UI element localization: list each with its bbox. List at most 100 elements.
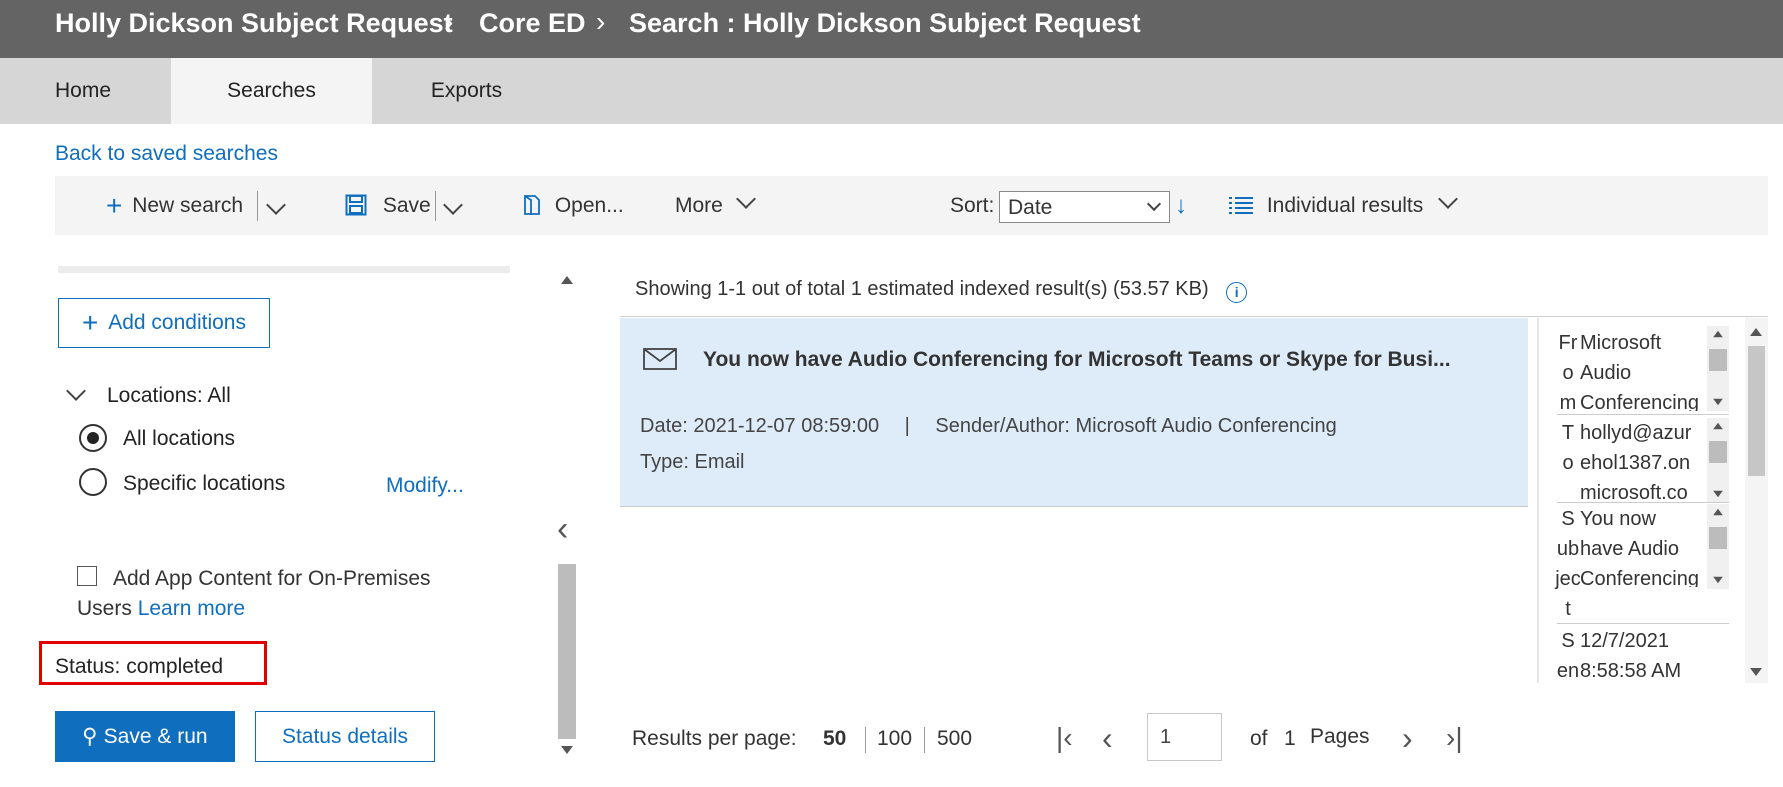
- next-page-icon[interactable]: ›: [1402, 720, 1413, 757]
- details-pane-scrollbar[interactable]: [1745, 318, 1768, 683]
- pager-total-pages: 1: [1284, 727, 1296, 750]
- save-button[interactable]: Save: [345, 176, 431, 235]
- status-label: Status:: [55, 655, 121, 678]
- previous-page-icon[interactable]: ‹: [1102, 720, 1113, 757]
- result-subject[interactable]: You now have Audio Conferencing for Micr…: [703, 348, 1451, 372]
- result-date: Date: 2021-12-07 08:59:00: [640, 415, 880, 437]
- add-conditions-label: Add conditions: [108, 311, 246, 334]
- chevron-down-icon: [266, 195, 286, 215]
- all-locations-label[interactable]: All locations: [123, 427, 235, 451]
- list-icon: [1229, 197, 1253, 214]
- add-conditions-button[interactable]: + Add conditions: [58, 298, 270, 348]
- chevron-down-icon: [735, 189, 756, 209]
- view-mode-button[interactable]: Individual results: [1229, 176, 1459, 235]
- scroll-up-icon[interactable]: [561, 276, 573, 284]
- open-button[interactable]: Open...: [523, 176, 624, 235]
- more-menu-button[interactable]: More: [675, 176, 756, 235]
- per-page-option-500[interactable]: 500: [937, 727, 972, 751]
- left-scroll-thumb[interactable]: [558, 564, 576, 739]
- save-and-run-label: Save & run: [103, 725, 208, 748]
- pager-of-label: of: [1250, 727, 1268, 750]
- locations-value: All: [207, 384, 231, 407]
- save-label: Save: [382, 194, 431, 217]
- sort-label: Sort:: [950, 194, 995, 217]
- chevron-down-icon: [66, 381, 86, 401]
- from-field-label: Fr o m: [1558, 332, 1578, 414]
- scroll-up-icon[interactable]: [1750, 328, 1762, 336]
- save-icon: [345, 194, 367, 216]
- tab-bar: Home Searches Exports: [0, 58, 1783, 124]
- chevron-down-icon: [1438, 189, 1459, 209]
- subject-field-label: Sub jec t: [1555, 508, 1581, 620]
- more-label: More: [675, 194, 723, 217]
- locations-heading: Locations: All: [107, 384, 231, 408]
- breadcrumb-separator-icon: ›: [596, 6, 606, 37]
- specific-locations-radio[interactable]: [79, 468, 107, 496]
- new-search-dropdown[interactable]: [266, 176, 299, 235]
- page-number-input[interactable]: 1: [1147, 713, 1222, 761]
- results-summary-text: Showing 1-1 out of total 1 estimated ind…: [635, 278, 1209, 300]
- sort-select[interactable]: Date: [999, 191, 1170, 223]
- arrow-down-icon: ↓: [1175, 192, 1187, 219]
- search-icon: ⚲: [82, 725, 98, 748]
- plus-icon: +: [106, 190, 123, 221]
- search-status: Status: completed: [55, 655, 223, 679]
- locations-label: Locations:: [107, 384, 203, 407]
- tab-exports[interactable]: Exports: [410, 58, 523, 124]
- results-summary: Showing 1-1 out of total 1 estimated ind…: [635, 278, 1248, 303]
- from-field-scrollbar[interactable]: [1707, 326, 1729, 411]
- open-label: Open...: [554, 194, 624, 217]
- breadcrumb-search: Search : Holly Dickson Subject Request: [629, 8, 1141, 38]
- all-locations-radio[interactable]: [79, 424, 107, 452]
- save-dropdown[interactable]: [443, 176, 476, 235]
- app-content-users-text: Users: [77, 597, 132, 620]
- sort-select-value: Date: [1008, 196, 1053, 219]
- modify-locations-link[interactable]: Modify...: [386, 474, 464, 498]
- result-type: Type: Email: [640, 451, 745, 473]
- new-search-label: New search: [132, 194, 244, 217]
- scroll-down-icon[interactable]: [1750, 668, 1762, 676]
- scroll-down-icon[interactable]: [561, 746, 573, 754]
- tab-home[interactable]: Home: [28, 58, 138, 124]
- result-meta: Date: 2021-12-07 08:59:00 | Sender/Autho…: [640, 415, 1337, 438]
- status-value: completed: [126, 655, 224, 678]
- details-scroll-thumb[interactable]: [1748, 346, 1765, 476]
- results-per-page-label: Results per page:: [632, 727, 797, 750]
- specific-locations-label[interactable]: Specific locations: [123, 472, 285, 496]
- to-field-value: hollyd@azur ehol1387.on microsoft.co: [1580, 422, 1692, 501]
- mail-icon: [643, 348, 677, 370]
- locations-collapse-toggle[interactable]: [60, 380, 96, 410]
- pager-pages-label: Pages: [1310, 725, 1370, 748]
- sort-direction-button[interactable]: ↓: [1175, 176, 1187, 235]
- result-sender: Sender/Author: Microsoft Audio Conferenc…: [935, 415, 1337, 437]
- result-item[interactable]: You now have Audio Conferencing for Micr…: [620, 318, 1528, 507]
- per-page-option-50[interactable]: 50: [823, 727, 846, 751]
- subject-field-value: You now have Audio Conferencing: [1580, 508, 1699, 587]
- app-content-label-cont: Users Learn more: [77, 597, 245, 621]
- subject-field-scrollbar[interactable]: [1707, 504, 1729, 589]
- per-page-option-100[interactable]: 100: [877, 727, 912, 751]
- view-mode-label: Individual results: [1266, 194, 1424, 217]
- back-to-saved-searches-link[interactable]: Back to saved searches: [55, 142, 278, 166]
- top-header-bar: Holly Dickson Subject Request › Core ED …: [0, 0, 1783, 58]
- to-field-scrollbar[interactable]: [1707, 418, 1729, 503]
- plus-icon: +: [82, 307, 99, 338]
- tab-searches[interactable]: Searches: [171, 58, 372, 124]
- last-page-icon[interactable]: ›|: [1446, 722, 1463, 754]
- save-and-run-button[interactable]: ⚲ Save & run: [55, 711, 235, 762]
- status-details-button[interactable]: Status details: [255, 711, 435, 762]
- new-search-button[interactable]: + New search: [106, 176, 243, 235]
- info-icon[interactable]: i: [1226, 282, 1248, 303]
- command-toolbar: + New search Save Open... More Sort: ↓ I…: [55, 176, 1768, 235]
- learn-more-link[interactable]: Learn more: [138, 597, 245, 620]
- collapse-panel-chevron-icon[interactable]: ‹: [557, 510, 568, 549]
- to-field-label: To: [1561, 422, 1575, 474]
- app-content-label: Add App Content for On-Premises: [113, 567, 431, 590]
- breadcrumb-case[interactable]: Holly Dickson Subject Request: [55, 8, 453, 39]
- chevron-down-icon: [443, 195, 463, 215]
- app-content-checkbox[interactable]: [77, 566, 97, 586]
- result-meta-divider: |: [904, 415, 910, 437]
- from-field-value: Microsoft Audio Conferencing: [1580, 332, 1699, 411]
- first-page-icon[interactable]: |‹: [1056, 722, 1073, 754]
- breadcrumb-core-ed[interactable]: Core ED: [479, 8, 586, 39]
